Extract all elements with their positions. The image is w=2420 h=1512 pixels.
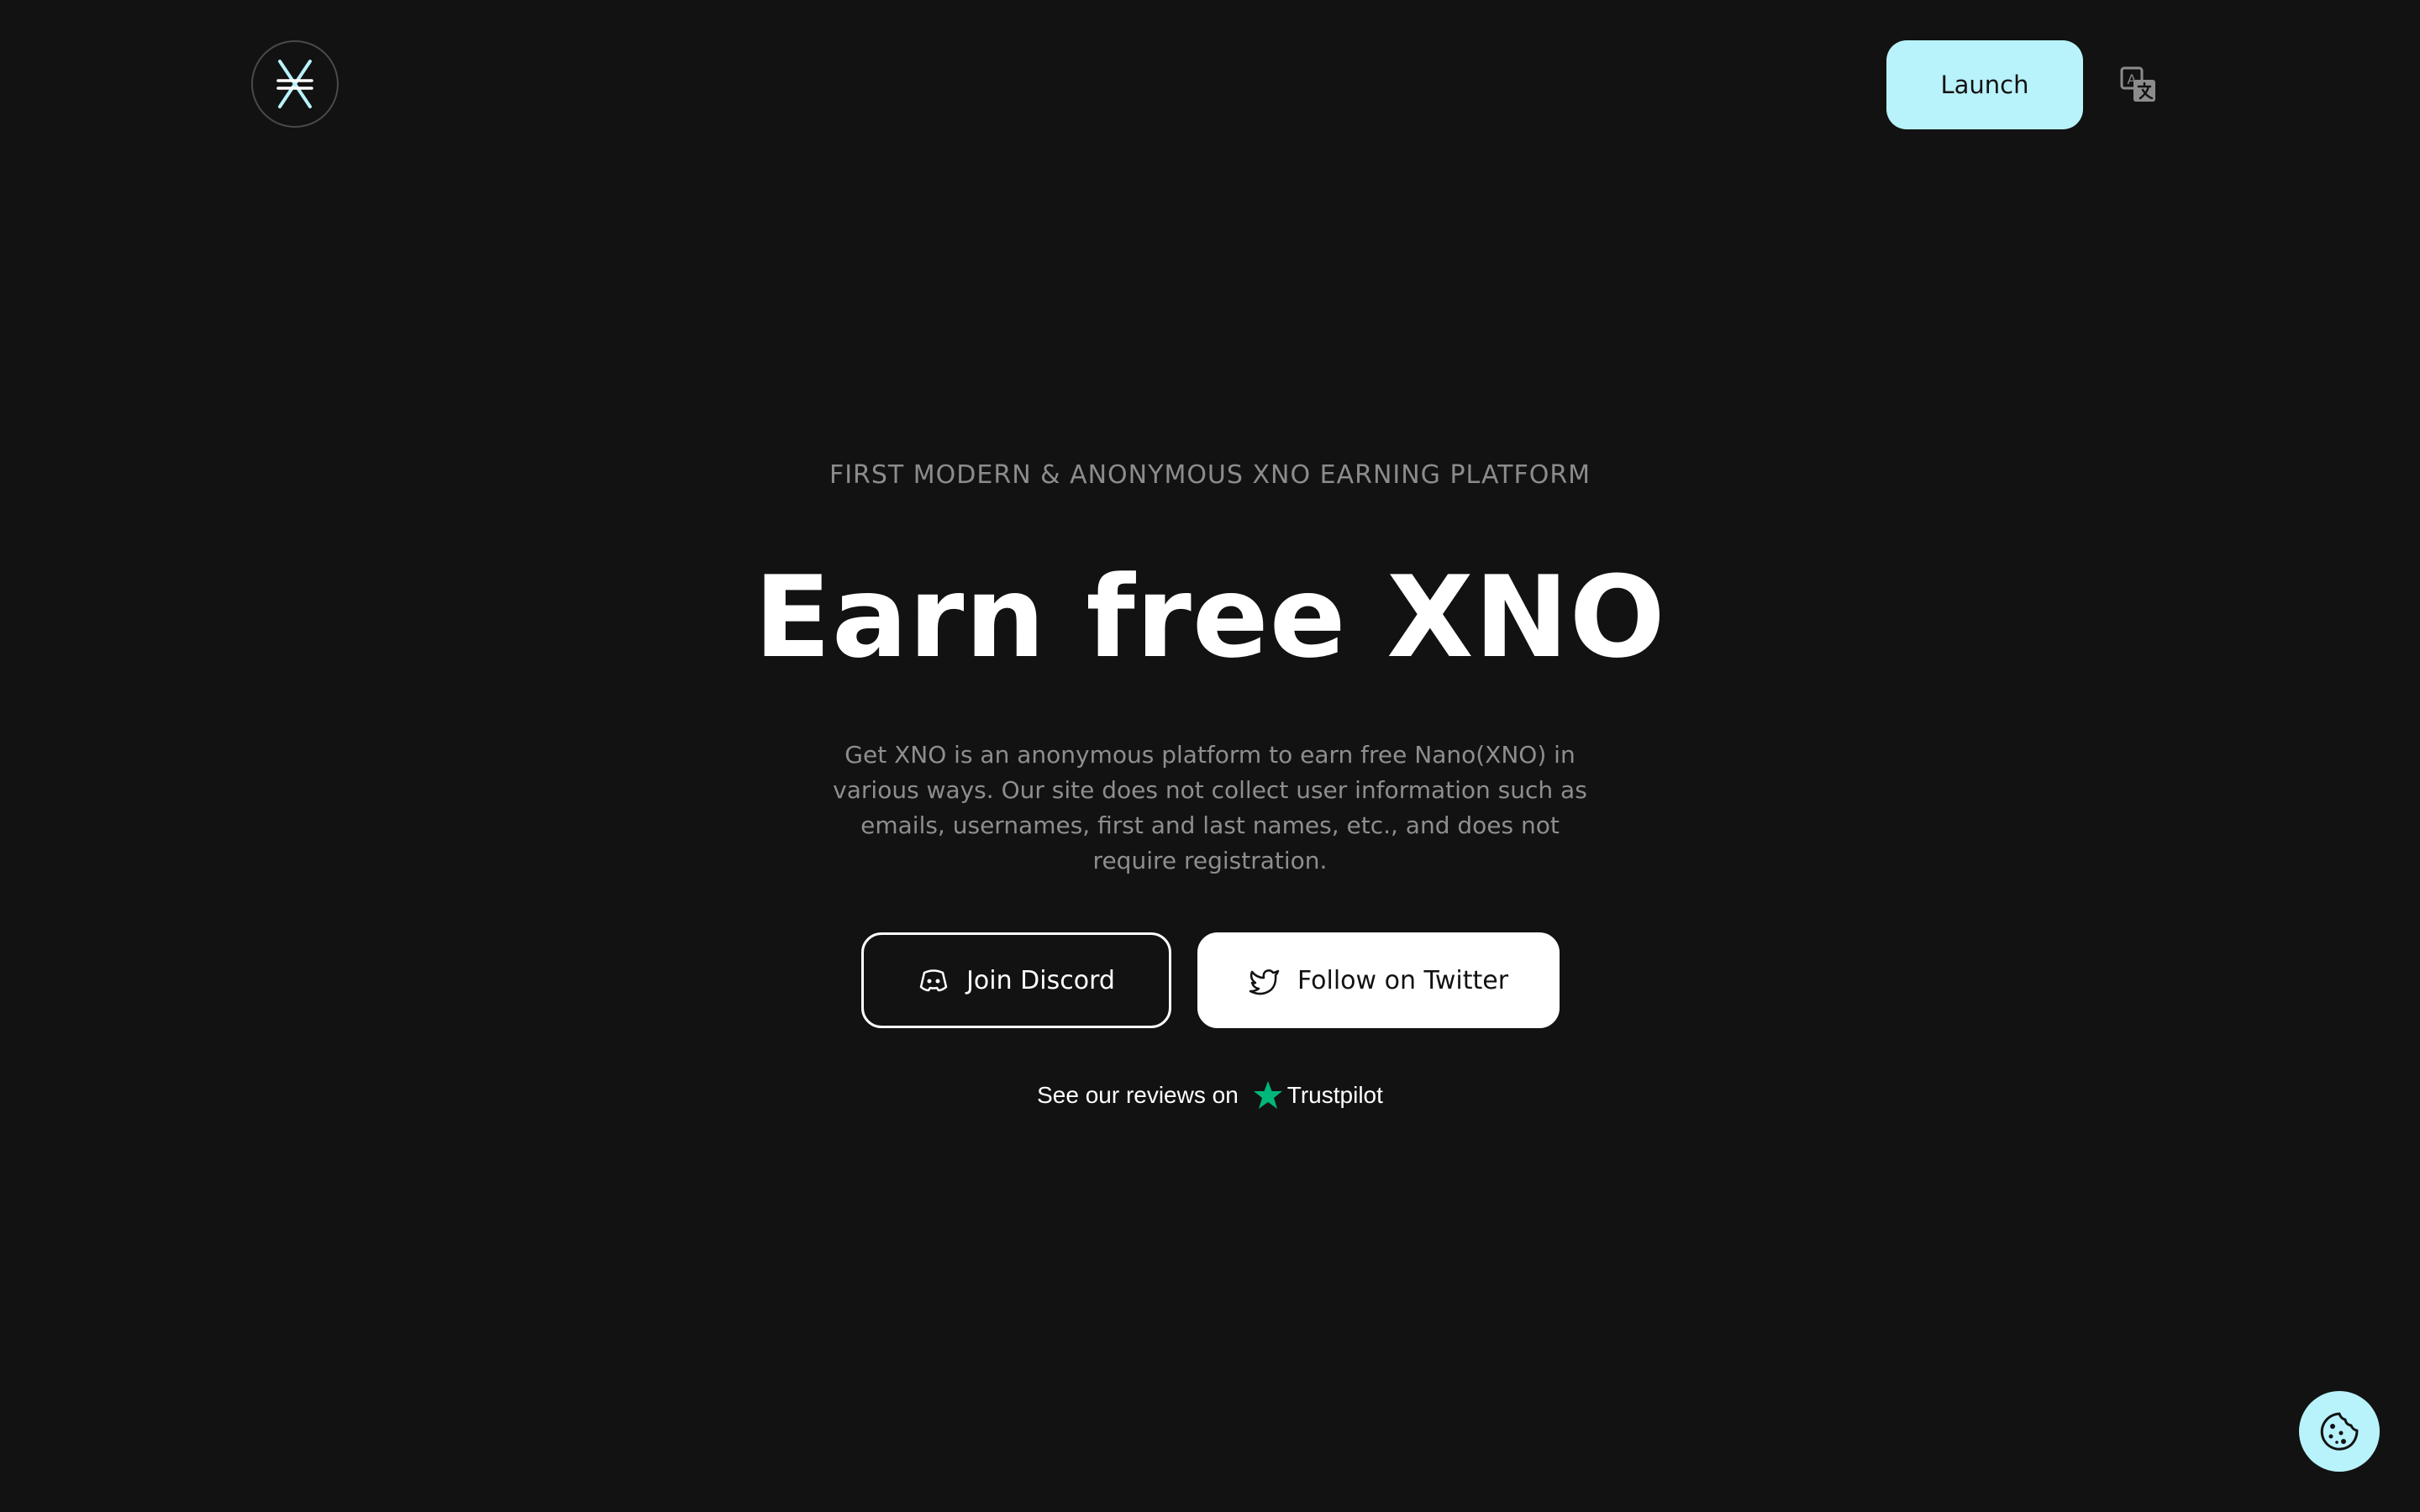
launch-button[interactable]: Launch — [1886, 40, 2083, 129]
follow-twitter-label: Follow on Twitter — [1297, 965, 1509, 995]
trustpilot-star-icon — [1253, 1081, 1282, 1109]
join-discord-label: Join Discord — [966, 965, 1115, 995]
hero-eyebrow: FIRST MODERN & ANONYMOUS XNO EARNING PLA… — [829, 460, 1591, 490]
follow-twitter-button[interactable]: Follow on Twitter — [1197, 932, 1560, 1028]
trustpilot-link[interactable]: See our reviews on Trustpilot — [0, 1079, 2420, 1111]
language-button[interactable]: A — [2119, 66, 2158, 104]
launch-button-label: Launch — [1940, 71, 2029, 99]
trustpilot-brand: Trustpilot — [1252, 1079, 1383, 1111]
trustpilot-prefix: See our reviews on — [1037, 1082, 1239, 1108]
trustpilot-brand-label: Trustpilot — [1286, 1082, 1383, 1108]
hero-description: Get XNO is an anonymous platform to earn… — [833, 741, 1587, 874]
xno-logo-icon — [276, 60, 313, 108]
discord-icon — [919, 969, 948, 992]
site-logo[interactable] — [251, 40, 339, 128]
hero-title: Earn free XNO — [754, 552, 1666, 683]
cookie-icon — [2320, 1412, 2359, 1451]
translate-icon: A — [2120, 66, 2155, 102]
twitter-icon — [1249, 969, 1280, 995]
join-discord-button[interactable]: Join Discord — [861, 932, 1171, 1028]
landing-page: Launch A FIRST MODERN & ANONYMOUS XNO EA… — [0, 0, 2420, 1512]
cookie-settings-button[interactable] — [2299, 1391, 2380, 1472]
